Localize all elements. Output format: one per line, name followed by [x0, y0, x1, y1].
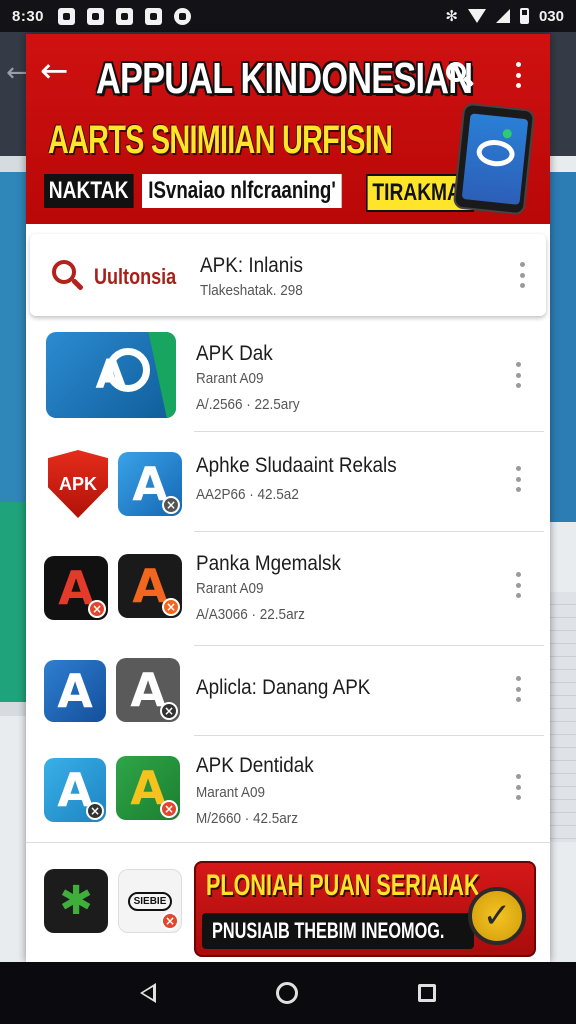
letter-a-blue-icon: A [44, 660, 106, 722]
background-back-icon: ← [6, 58, 28, 88]
tag-white: ISvnaiao nlfcraaning' [141, 174, 342, 208]
background-right-grid [550, 592, 576, 842]
overflow-menu-icon[interactable] [516, 572, 522, 598]
list-item[interactable]: APK A × Aphke Sludaaint Rekals AA2P66 · 4… [26, 432, 550, 532]
header-subtitle: AARTS SNIMIIAN URFISIN [48, 118, 393, 162]
checkmark-icon: ✓ [468, 887, 526, 945]
app-meta: A/.2566 · 22.5ary [196, 396, 300, 413]
music-icon [145, 7, 163, 25]
battery-level: 030 [538, 7, 564, 25]
list-item[interactable]: A × A × APK Dentidak Marant A09 M/2660 · 4… [26, 736, 550, 842]
overflow-menu-icon[interactable] [520, 262, 526, 288]
letter-a-icon: A × [118, 452, 182, 516]
banner-headline: PLONIAH PUAN SERIAIAK [206, 869, 480, 902]
badge-logo-label: SIEBIE [127, 891, 173, 911]
result-meta: Tlakeshatak. 298 [200, 282, 303, 299]
list-item[interactable]: A A × Aplicla: Danang APK [26, 646, 550, 736]
app-meta: A/A3066 · 22.5arz [196, 606, 305, 623]
background-left-green [0, 502, 26, 702]
app-title: APK Dak [196, 342, 273, 365]
status-bar: 8:30 ✻ 030 [0, 0, 576, 32]
letter-a-gray-icon: A × [116, 658, 180, 722]
navigation-bar [0, 962, 576, 1024]
overflow-menu-icon[interactable] [516, 676, 522, 702]
letter-a-orange-icon: A × [118, 554, 182, 618]
back-arrow-icon[interactable]: ← [40, 54, 69, 88]
search-query: Uultonsia [94, 264, 177, 289]
list-item[interactable]: A × A × Panka Mgemalsk Rarant A09 A/A3066 … [26, 532, 550, 646]
signal-icon [495, 9, 510, 23]
status-right: ✻ 030 [445, 7, 564, 25]
result-title: APK: Inlanis [200, 254, 303, 277]
list-item[interactable]: A APK Dak Rarant A09 A/.2566 · 22.5ary [26, 322, 550, 432]
photo-icon [87, 7, 105, 25]
app-developer: Marant A09 [196, 784, 266, 801]
notification-icons [58, 7, 192, 25]
letter-a-icon: A × [44, 556, 108, 620]
overflow-menu-icon[interactable] [516, 62, 522, 88]
notification-icon [58, 7, 76, 25]
tag-black: NAKTAK [44, 174, 134, 208]
plant-icon[interactable]: ✱ [44, 869, 108, 933]
battery-icon [519, 8, 529, 24]
app-title: APK Dentidak [196, 754, 314, 777]
search-result-row[interactable]: Uultonsia APK: Inlanis Tlakeshatak. 298 [30, 234, 546, 316]
app-meta: AA2P66 · 42.5a2 [196, 486, 299, 503]
chat-icon [174, 7, 192, 25]
app-title: Aphke Sludaaint Rekals [196, 454, 397, 477]
background-right-blue [550, 172, 576, 522]
letter-a-light-blue-icon: A × [44, 758, 106, 822]
overflow-menu-icon[interactable] [516, 466, 522, 492]
nav-recents-icon[interactable] [418, 984, 436, 1002]
app-developer: Rarant A09 [196, 580, 264, 597]
app-meta: M/2660 · 42.5arz [196, 810, 299, 827]
letter-a-yellow-icon: A × [116, 756, 180, 820]
banner-subline: PNUSIAIB THEBIM INEOMOG. [202, 913, 474, 949]
badge-logo-icon[interactable]: SIEBIE × [118, 869, 182, 933]
app-title: Aplicla: Danang APK [196, 676, 371, 699]
app-header: ← APPUAL KINDONESIAN AARTS SNIMIIAN URFI… [26, 34, 550, 224]
nav-back-icon[interactable] [140, 983, 156, 1003]
search-icon[interactable] [444, 60, 476, 92]
header-tagline: NAKTAK ISvnaiao nlfcraaning' TIRAKMA! [44, 174, 474, 212]
phone-illustration [452, 102, 536, 216]
status-time: 8:30 [12, 7, 45, 25]
check-icon [116, 7, 134, 25]
app-panel: ← APPUAL KINDONESIAN AARTS SNIMIIAN URFI… [26, 34, 550, 962]
background-left-blue [0, 172, 26, 502]
apk-shield-icon: APK [48, 450, 108, 518]
promo-section: ✱ SIEBIE × PLONIAH PUAN SERIAIAK PNUSIAI… [26, 842, 550, 962]
nav-home-icon[interactable] [276, 982, 298, 1004]
search-icon [52, 260, 84, 292]
apk-logo-icon: A [46, 332, 176, 418]
header-title: APPUAL KINDONESIAN [96, 54, 473, 103]
bluetooth-icon: ✻ [445, 7, 458, 25]
app-title: Panka Mgemalsk [196, 552, 341, 575]
overflow-menu-icon[interactable] [516, 774, 522, 800]
app-developer: Rarant A09 [196, 370, 264, 387]
promo-banner[interactable]: PLONIAH PUAN SERIAIAK PNUSIAIB THEBIM IN… [194, 861, 536, 957]
overflow-menu-icon[interactable] [516, 362, 522, 388]
wifi-icon [467, 9, 486, 23]
